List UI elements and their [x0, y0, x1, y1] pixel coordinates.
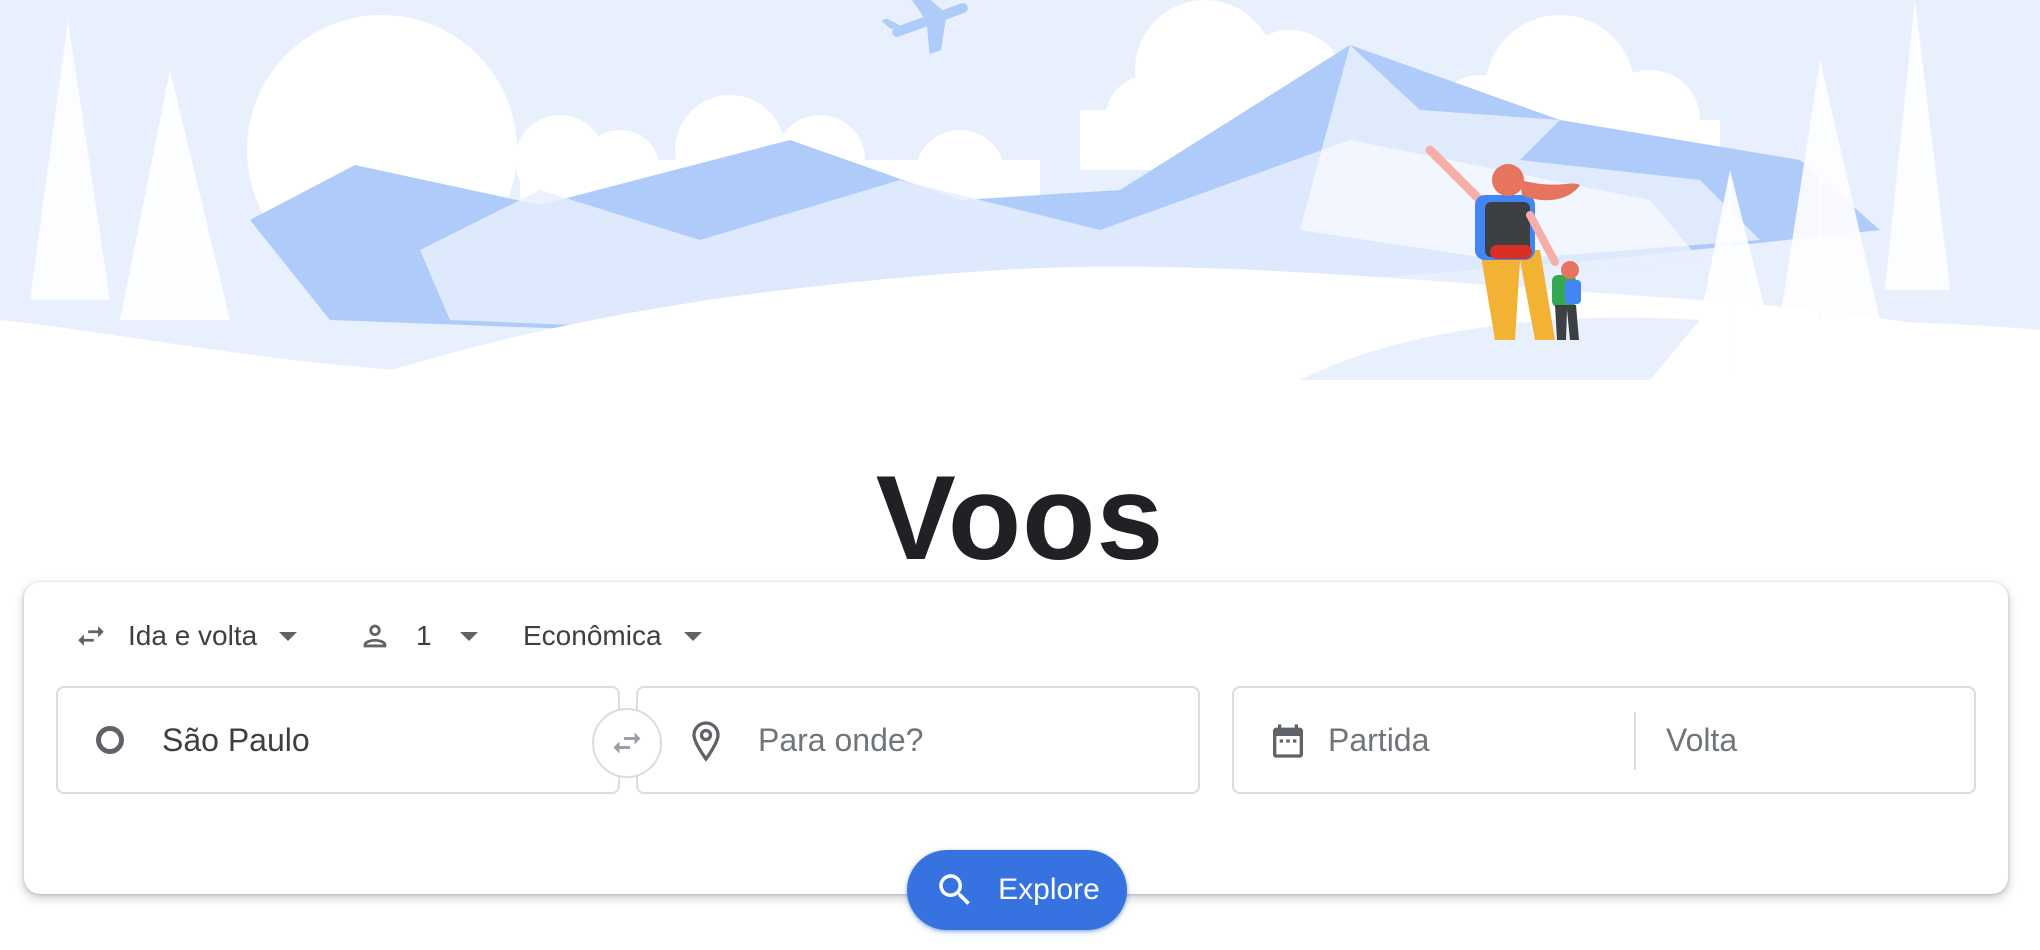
swap-arrows-icon [74, 619, 108, 653]
hero-illustration [0, 0, 2040, 400]
origin-value: São Paulo [162, 722, 310, 758]
explore-label: Explore [998, 873, 1100, 906]
passengers-dropdown[interactable]: 1 [358, 612, 478, 660]
cabin-class-label: Econômica [523, 620, 662, 651]
trip-type-dropdown[interactable]: Ida e volta [74, 612, 298, 660]
calendar-icon [1268, 720, 1308, 762]
departure-date-input[interactable]: Partida [1328, 688, 1429, 792]
passengers-count: 1 [416, 620, 432, 651]
origin-field[interactable]: São Paulo [56, 686, 620, 794]
trip-type-label: Ida e volta [128, 620, 258, 651]
cabin-class-dropdown[interactable]: Econômica [523, 612, 702, 660]
swap-origin-destination-button[interactable] [592, 708, 662, 778]
search-card: Ida e volta 1 Econômica São Paulo Para o… [24, 582, 2008, 930]
return-date-input[interactable]: Volta [1666, 688, 1737, 792]
destination-input[interactable]: Para onde? [758, 688, 923, 792]
explore-button[interactable]: Explore [907, 850, 1127, 930]
dates-field[interactable]: Partida Volta [1232, 686, 1976, 794]
caret-down-icon [683, 631, 702, 641]
swap-arrows-icon [609, 725, 645, 761]
caret-down-icon [279, 631, 298, 641]
circle-origin-icon [96, 726, 124, 754]
caret-down-icon [459, 631, 478, 641]
dates-divider [1634, 712, 1636, 770]
location-pin-icon [688, 720, 724, 762]
page-title: Voos [875, 451, 1165, 586]
destination-field[interactable]: Para onde? [636, 686, 1200, 794]
person-icon [358, 619, 392, 653]
search-icon [934, 869, 998, 911]
